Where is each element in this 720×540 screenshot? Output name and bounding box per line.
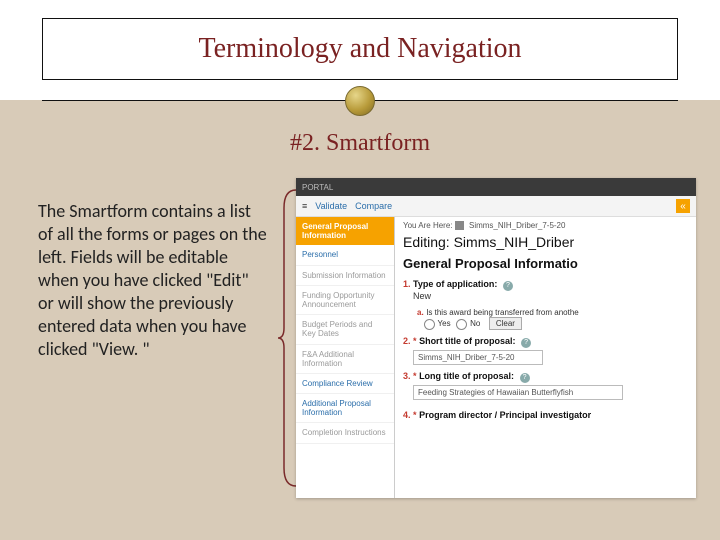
long-title-input[interactable]: Feeding Strategies of Hawaiian Butterfly… [413,385,623,400]
seal-icon [345,86,375,116]
editing-value: Simms_NIH_Driber [454,234,575,250]
breadcrumb-value[interactable]: Simms_NIH_Driber_7-5-20 [469,221,565,230]
nav-item[interactable]: Additional Proposal Information [296,394,394,423]
no-label: No [470,319,480,328]
slide: Terminology and Navigation #2. Smartform… [0,0,720,540]
field-label: Type of application: [413,279,497,289]
required-star: * [413,410,417,420]
field-number: 2. [403,336,411,346]
field-number: 4. [403,410,411,420]
field-type-of-application: 1. Type of application: ? New [403,279,688,301]
you-are-here-label: You Are Here: [403,221,453,230]
editing-prefix: Editing: [403,234,450,250]
nav-item[interactable]: Completion Instructions [296,423,394,443]
slide-subtitle: #2. Smartform [0,130,720,157]
section-title: General Proposal Informatio [403,256,688,271]
nav-header[interactable]: General Proposal Information [296,217,394,245]
smartform-body: General Proposal Information Personnel S… [296,217,696,498]
short-title-input[interactable]: Simms_NIH_Driber_7-5-20 [413,350,543,365]
help-icon[interactable]: ? [503,281,513,291]
folder-icon [455,221,464,230]
nav-item[interactable]: F&A Additional Information [296,345,394,374]
field-number: 1. [403,279,411,289]
nav-item[interactable]: Funding Opportunity Announcement [296,286,394,315]
compare-link[interactable]: Compare [355,201,392,211]
body-text: The Smartform contains a list of all the… [38,200,268,361]
subfield-label: Is this award being transferred from ano… [426,308,579,317]
collapse-nav-button[interactable]: « [676,199,690,213]
main-panel: You Are Here: Simms_NIH_Driber_7-5-20 Ed… [395,217,696,498]
field-short-title: 2. * Short title of proposal: ? Simms_NI… [403,336,688,365]
nav-item[interactable]: Submission Information [296,266,394,286]
portal-label: PORTAL [302,183,333,192]
validate-link[interactable]: Validate [315,201,347,211]
smartform-screenshot: PORTAL ≡ Validate Compare « General Prop… [296,178,696,498]
toolbar: ≡ Validate Compare « [296,196,696,217]
title-box: Terminology and Navigation [42,18,678,80]
field-number: 3. [403,371,411,381]
nav-item[interactable]: Compliance Review [296,374,394,394]
field-label: Short title of proposal: [419,336,516,346]
help-icon[interactable]: ? [520,373,530,383]
editing-heading: Editing: Simms_NIH_Driber [403,234,688,250]
nav-item[interactable]: Personnel [296,245,394,265]
help-icon[interactable]: ? [521,338,531,348]
subfield-number: a. [417,308,424,317]
menu-icon[interactable]: ≡ [302,201,307,211]
radio-yes[interactable] [424,319,435,330]
left-nav: General Proposal Information Personnel S… [296,217,395,498]
field-value: New [413,291,431,301]
yes-label: Yes [438,319,451,328]
nav-item[interactable]: Budget Periods and Key Dates [296,315,394,344]
portal-topbar: PORTAL [296,178,696,196]
required-star: * [413,336,417,346]
radio-no[interactable] [456,319,467,330]
required-star: * [413,371,417,381]
field-label: Program director / Principal investigato… [419,410,591,420]
field-label: Long title of proposal: [419,371,514,381]
field-long-title: 3. * Long title of proposal: ? Feeding S… [403,371,688,400]
slide-title: Terminology and Navigation [198,33,521,65]
clear-button[interactable]: Clear [489,317,522,330]
breadcrumb: You Are Here: Simms_NIH_Driber_7-5-20 [403,221,688,230]
field-program-director: 4. * Program director / Principal invest… [403,410,688,420]
field-transferred: a. Is this award being transferred from … [403,307,688,330]
